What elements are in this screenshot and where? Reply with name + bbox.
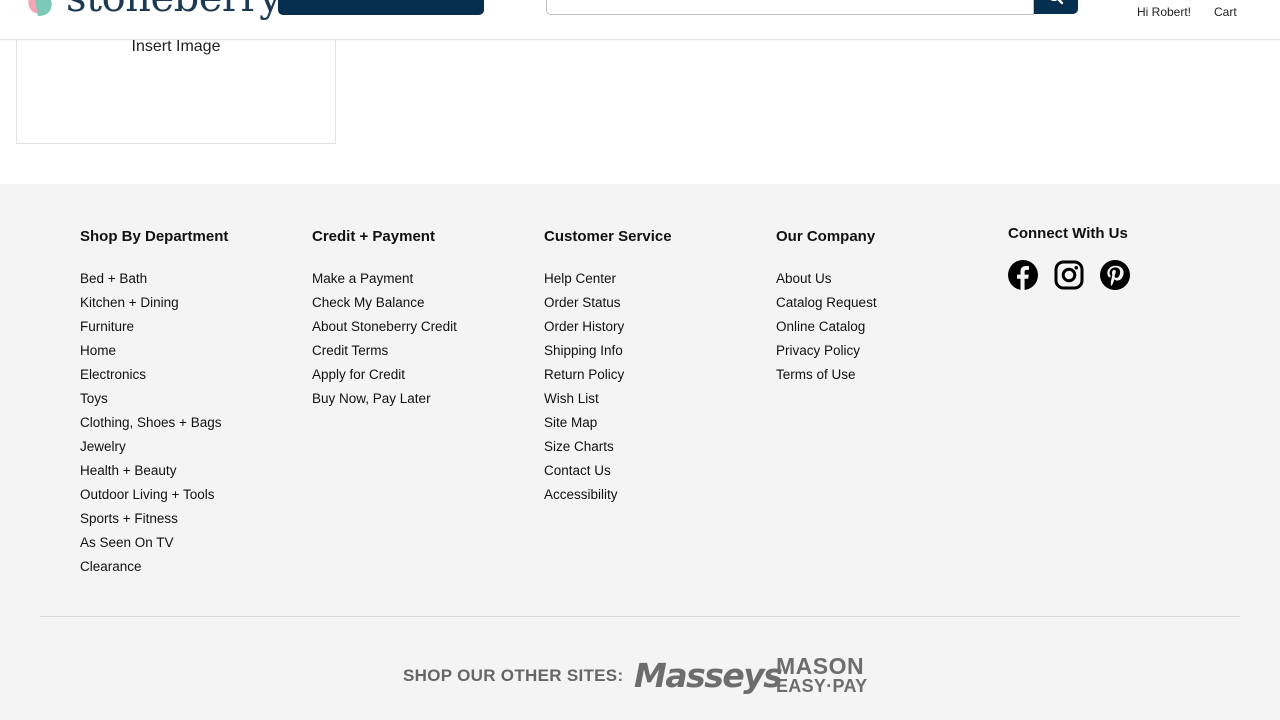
- mason-logo-line-2: EASY·PAY: [776, 676, 868, 696]
- footer-link[interactable]: Outdoor Living + Tools: [80, 483, 228, 507]
- footer-link[interactable]: Order Status: [544, 291, 672, 315]
- footer-link[interactable]: About Us: [776, 267, 877, 291]
- footer-link[interactable]: Order History: [544, 315, 672, 339]
- footer-link[interactable]: Privacy Policy: [776, 339, 877, 363]
- footer-link[interactable]: Health + Beauty: [80, 459, 228, 483]
- account-greeting-link[interactable]: Hi Robert!: [1137, 5, 1191, 19]
- cart-link[interactable]: Cart: [1214, 5, 1237, 19]
- footer-link[interactable]: Help Center: [544, 267, 672, 291]
- footer-link[interactable]: Terms of Use: [776, 363, 877, 387]
- stoneberry-logo[interactable]: stoneberry.: [24, 0, 289, 18]
- logo-mark-icon: [24, 0, 58, 18]
- shop-departments-button[interactable]: [278, 0, 484, 15]
- footer-link[interactable]: Toys: [80, 387, 228, 411]
- footer-link[interactable]: Check My Balance: [312, 291, 457, 315]
- footer-column-connect: Connect With Us: [1008, 225, 1130, 290]
- other-sites-label: SHOP OUR OTHER SITES:: [403, 666, 624, 685]
- footer-link[interactable]: Credit Terms: [312, 339, 457, 363]
- footer-link[interactable]: Shipping Info: [544, 339, 672, 363]
- footer-link[interactable]: As Seen On TV: [80, 531, 228, 555]
- social-links: [1008, 260, 1130, 290]
- footer-column-credit-payment: Credit + Payment Make a Payment Check My…: [312, 228, 457, 411]
- instagram-icon[interactable]: [1054, 260, 1084, 290]
- footer-link[interactable]: Wish List: [544, 387, 672, 411]
- mason-logo-line-1: MASON: [776, 653, 865, 679]
- footer-column-heading: Customer Service: [544, 228, 672, 245]
- footer-column-heading: Connect With Us: [1008, 225, 1128, 242]
- footer-link-list: Make a Payment Check My Balance About St…: [312, 267, 457, 411]
- footer-link[interactable]: Make a Payment: [312, 267, 457, 291]
- footer-link-list: Help Center Order Status Order History S…: [544, 267, 672, 507]
- footer-link[interactable]: Accessibility: [544, 483, 672, 507]
- footer-link[interactable]: Sports + Fitness: [80, 507, 228, 531]
- footer-link[interactable]: Home: [80, 339, 228, 363]
- footer-link[interactable]: Jewelry: [80, 435, 228, 459]
- footer-link-list: About Us Catalog Request Online Catalog …: [776, 267, 877, 387]
- footer-link[interactable]: Site Map: [544, 411, 672, 435]
- footer-link[interactable]: Clothing, Shoes + Bags: [80, 411, 228, 435]
- footer-link[interactable]: Kitchen + Dining: [80, 291, 228, 315]
- image-placeholder-label: Insert Image: [131, 38, 221, 55]
- search-input[interactable]: [546, 0, 1034, 15]
- masseys-logo[interactable]: Masseys: [634, 656, 783, 695]
- footer-divider: [40, 616, 1240, 617]
- footer-link[interactable]: Buy Now, Pay Later: [312, 387, 457, 411]
- search-icon: [1050, 0, 1064, 5]
- site-header: stoneberry. Hi Robert! Cart: [0, 0, 1280, 40]
- footer-column-heading: Our Company: [776, 228, 876, 245]
- footer-column-shop-by-department: Shop By Department Bed + Bath Kitchen + …: [80, 228, 228, 579]
- footer-link[interactable]: Return Policy: [544, 363, 672, 387]
- footer-link[interactable]: Contact Us: [544, 459, 672, 483]
- facebook-icon[interactable]: [1008, 260, 1038, 290]
- footer-link[interactable]: Electronics: [80, 363, 228, 387]
- footer-column-heading: Shop By Department: [80, 228, 229, 245]
- footer-column-customer-service: Customer Service Help Center Order Statu…: [544, 228, 672, 507]
- footer-link[interactable]: Bed + Bath: [80, 267, 228, 291]
- footer-column-our-company: Our Company About Us Catalog Request Onl…: [776, 228, 877, 387]
- logo-text: stoneberry.: [66, 0, 289, 18]
- footer-link[interactable]: Catalog Request: [776, 291, 877, 315]
- footer-link[interactable]: Size Charts: [544, 435, 672, 459]
- footer-link-list: Bed + Bath Kitchen + Dining Furniture Ho…: [80, 267, 228, 579]
- mason-easy-pay-logo[interactable]: MASON EASY·PAY: [776, 653, 868, 697]
- footer-link[interactable]: Furniture: [80, 315, 228, 339]
- site-footer: Shop By Department Bed + Bath Kitchen + …: [0, 184, 1280, 720]
- footer-link[interactable]: Apply for Credit: [312, 363, 457, 387]
- footer-link[interactable]: About Stoneberry Credit: [312, 315, 457, 339]
- footer-link[interactable]: Clearance: [80, 555, 228, 579]
- footer-column-heading: Credit + Payment: [312, 228, 435, 245]
- pinterest-icon[interactable]: [1100, 260, 1130, 290]
- footer-link[interactable]: Online Catalog: [776, 315, 877, 339]
- search-button[interactable]: [1034, 0, 1078, 14]
- other-sites-bar: SHOP OUR OTHER SITES: Masseys MASON EASY…: [0, 653, 1280, 697]
